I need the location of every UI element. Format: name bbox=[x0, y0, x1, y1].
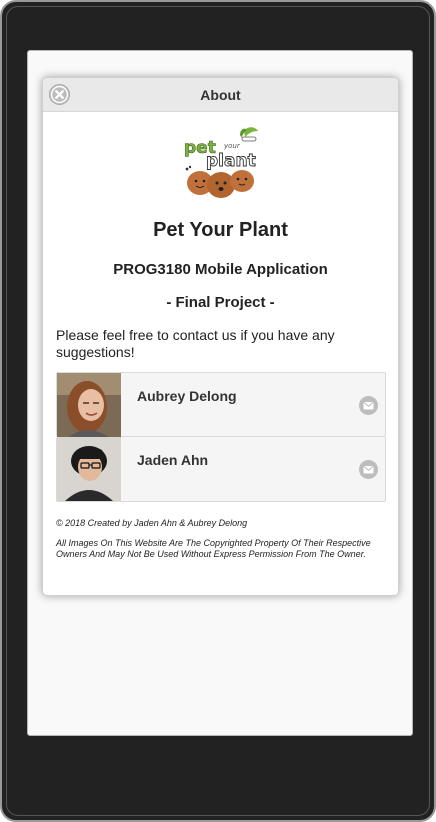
avatar-photo bbox=[57, 373, 121, 437]
avatar-photo bbox=[57, 437, 121, 501]
mail-icon bbox=[363, 466, 374, 474]
app-tagline: - Final Project - bbox=[166, 294, 275, 311]
app-title: Pet Your Plant bbox=[153, 219, 288, 241]
app-logo: pet your plant bbox=[182, 125, 260, 199]
list-item-jaden-ahn[interactable]: Jaden Ahn bbox=[56, 437, 386, 502]
avatar bbox=[57, 437, 121, 501]
person-name: Aubrey Delong bbox=[137, 388, 237, 404]
app-subtitle: PROG3180 Mobile Application bbox=[113, 261, 328, 278]
close-icon bbox=[50, 85, 69, 104]
device-frame: About pet your plant Pet Your Plant PROG… bbox=[0, 0, 436, 822]
close-button[interactable] bbox=[49, 84, 70, 105]
mail-icon bbox=[363, 402, 374, 410]
app-screen: About pet your plant Pet Your Plant PROG… bbox=[27, 50, 413, 736]
copyright-text: © 2018 Created by Jaden Ahn & Aubrey Del… bbox=[56, 518, 248, 528]
list-item-aubrey-delong[interactable]: Aubrey Delong bbox=[56, 372, 386, 437]
person-name: Jaden Ahn bbox=[137, 452, 209, 468]
contact-intro: Please feel free to contact us if you ha… bbox=[56, 327, 335, 360]
email-button[interactable] bbox=[359, 396, 378, 415]
people-list: Aubrey Delong Jaden Ahn bbox=[56, 372, 386, 502]
about-dialog: About pet your plant Pet Your Plant PROG… bbox=[42, 77, 399, 596]
pet-your-plant-logo-image: pet your plant bbox=[184, 127, 258, 198]
logo-text-your: your bbox=[223, 142, 241, 150]
dialog-title: About bbox=[200, 87, 241, 103]
disclaimer-text: All Images On This Website Are The Copyr… bbox=[56, 538, 371, 559]
email-button[interactable] bbox=[359, 460, 378, 479]
dialog-header: About bbox=[43, 78, 398, 112]
logo-text-plant: plant bbox=[206, 151, 256, 171]
avatar bbox=[57, 373, 121, 437]
